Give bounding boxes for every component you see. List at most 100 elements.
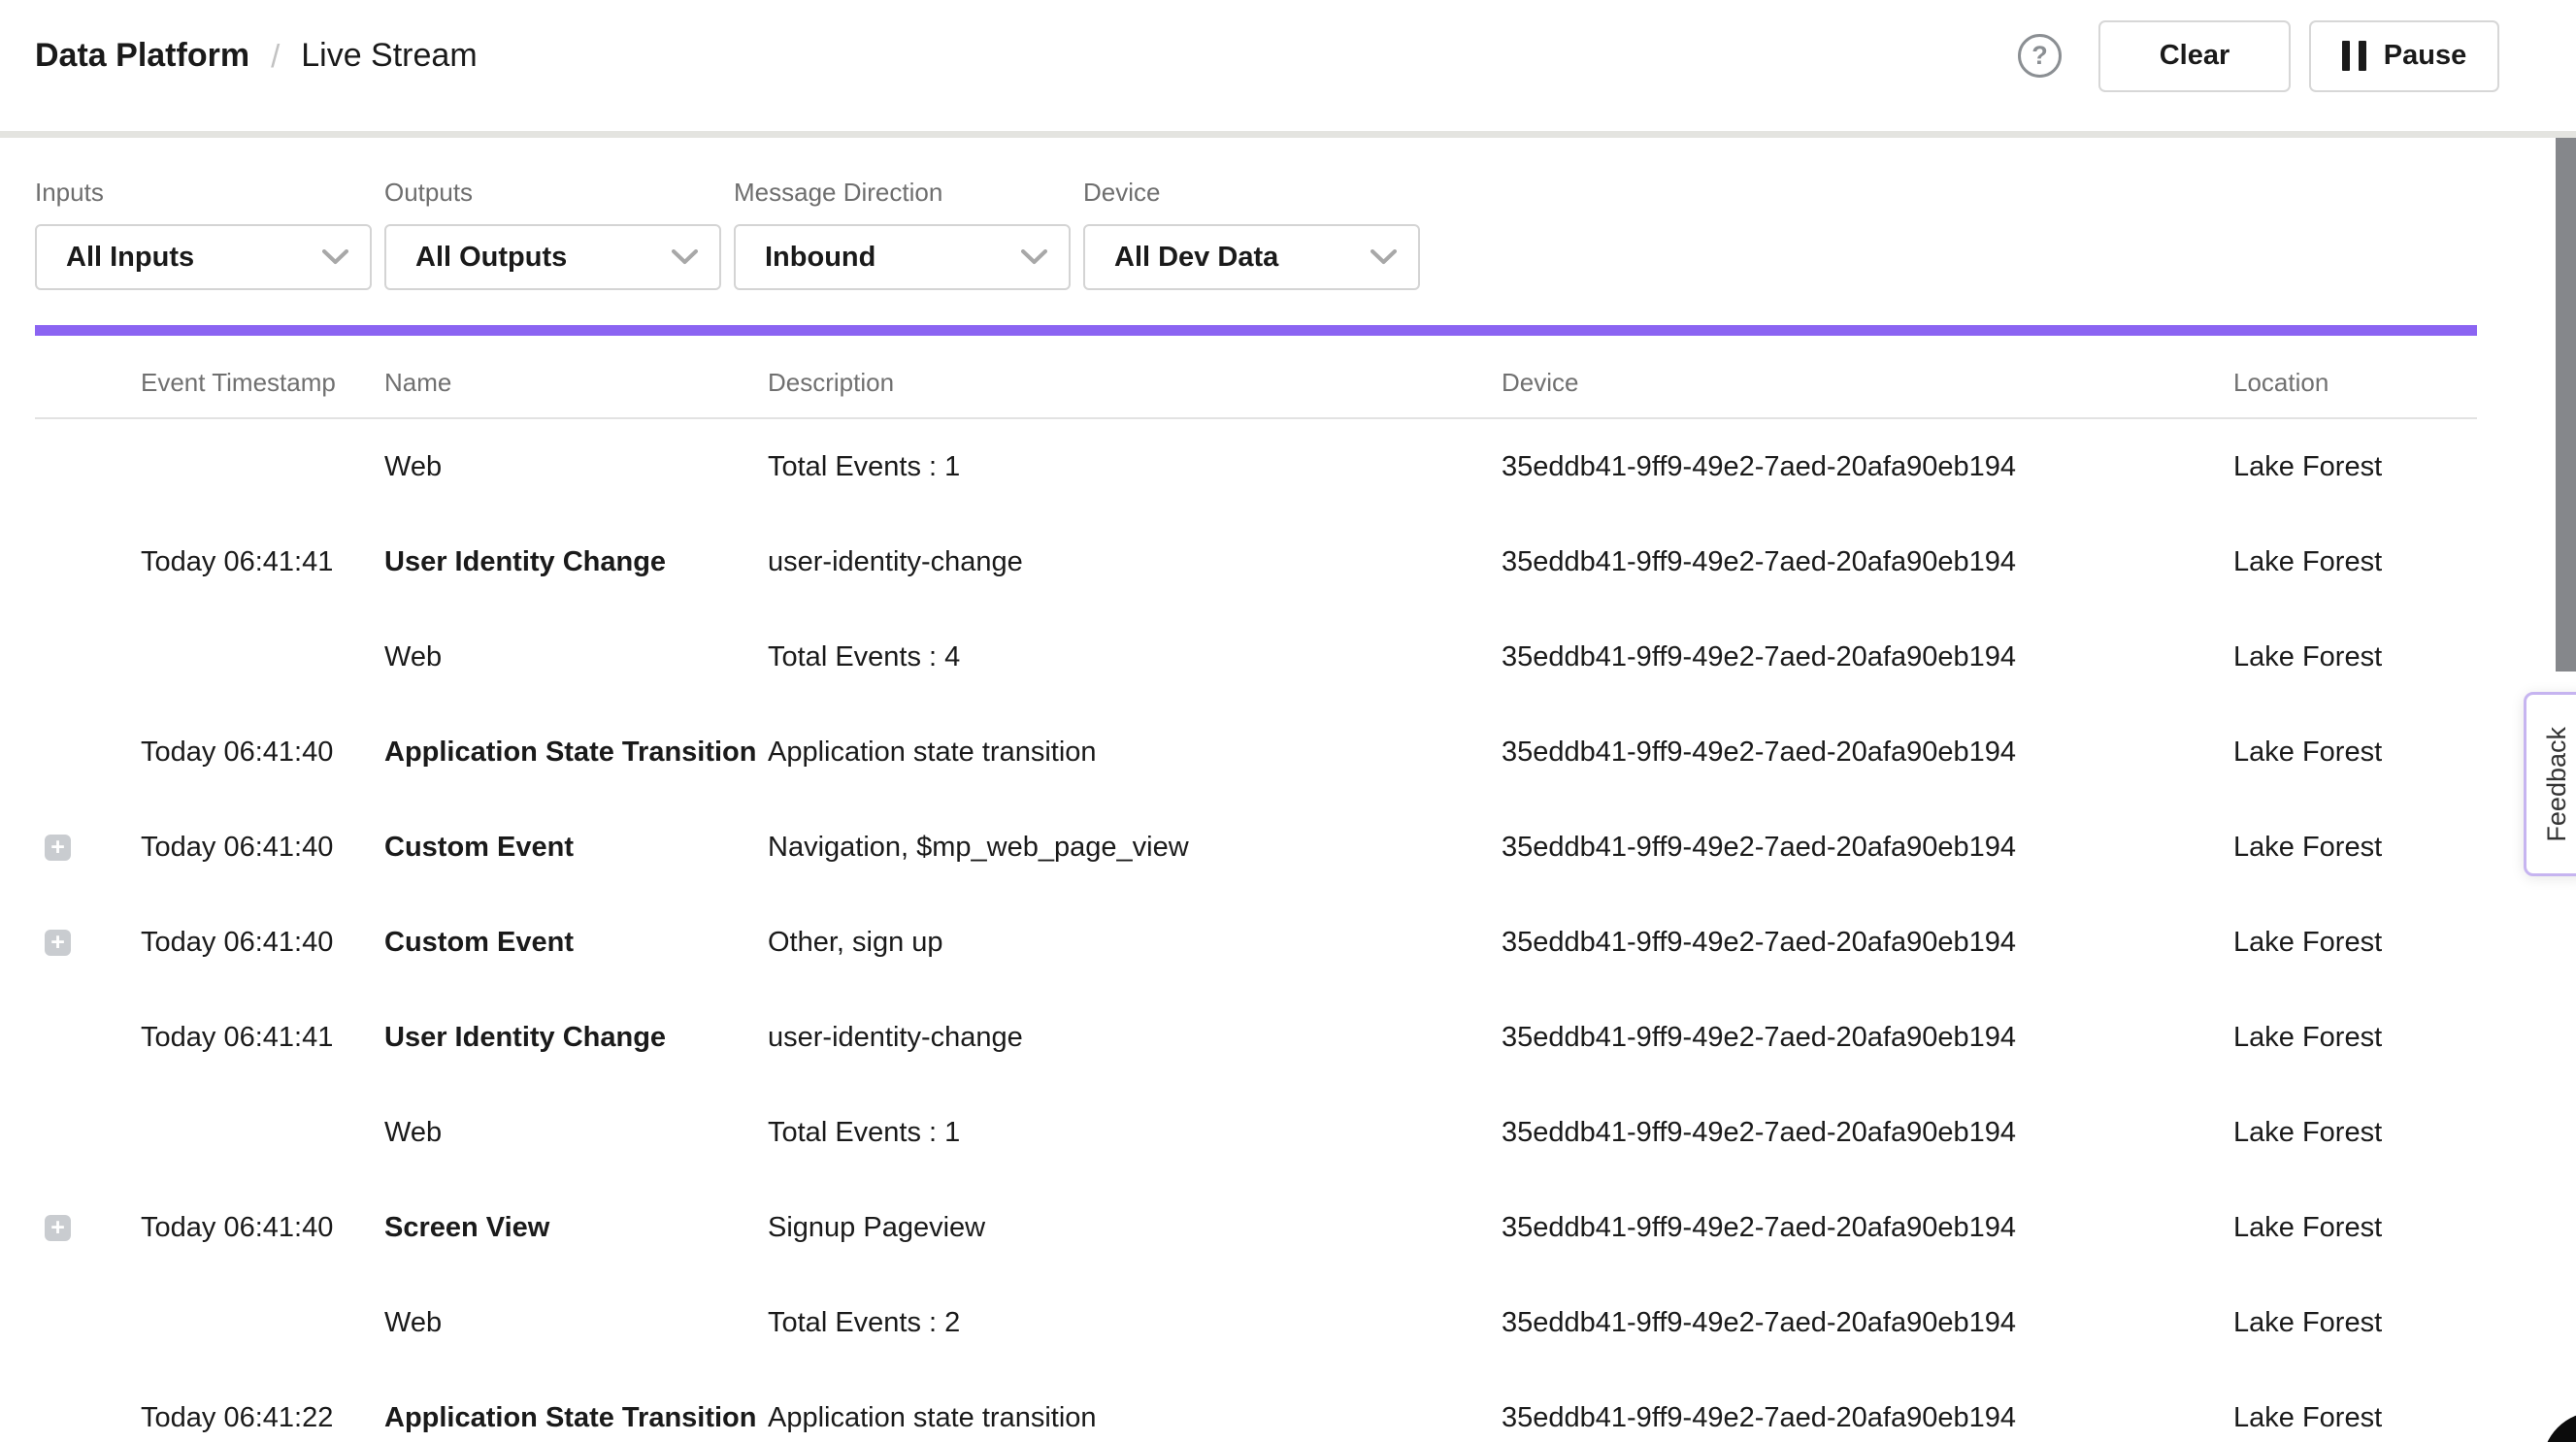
event-location: Lake Forest — [2233, 451, 2477, 483]
expand-row-button[interactable]: + — [45, 930, 71, 956]
event-name: Web — [384, 1307, 768, 1339]
event-device: 35eddb41-9ff9-49e2-7aed-20afa90eb194 — [1502, 737, 2233, 769]
event-device: 35eddb41-9ff9-49e2-7aed-20afa90eb194 — [1502, 1022, 2233, 1054]
event-name: Web — [384, 641, 768, 673]
event-timestamp: Today 06:41:41 — [141, 546, 384, 578]
event-location: Lake Forest — [2233, 641, 2477, 673]
event-location: Lake Forest — [2233, 737, 2477, 769]
column-header-name: Name — [384, 368, 768, 398]
filter-label: Outputs — [384, 178, 721, 208]
table-row: + Today 06:41:40 Custom Event Other, sig… — [35, 895, 2477, 990]
filter-label: Message Direction — [734, 178, 1071, 208]
pause-button[interactable]: Pause — [2309, 20, 2499, 92]
event-location: Lake Forest — [2233, 832, 2477, 864]
help-icon[interactable]: ? — [2018, 34, 2062, 78]
filter-select[interactable]: All Dev Data — [1083, 224, 1420, 290]
event-device: 35eddb41-9ff9-49e2-7aed-20afa90eb194 — [1502, 927, 2233, 959]
filter-label: Inputs — [35, 178, 372, 208]
event-location: Lake Forest — [2233, 1022, 2477, 1054]
event-description: Signup Pageview — [768, 1212, 1502, 1244]
event-description: Application state transition — [768, 737, 1502, 769]
table-row: + Today 06:41:40 Custom Event Navigation… — [35, 800, 2477, 895]
event-description: Total Events : 1 — [768, 451, 1502, 483]
header-actions: ? Clear Pause — [2018, 20, 2499, 92]
event-name: Web — [384, 451, 768, 483]
event-description: user-identity-change — [768, 1022, 1502, 1054]
live-stream-page: Data Platform / Live Stream ? Clear Paus… — [0, 0, 2576, 1442]
event-name: Web — [384, 1117, 768, 1149]
filter-label: Device — [1083, 178, 1420, 208]
event-device: 35eddb41-9ff9-49e2-7aed-20afa90eb194 — [1502, 451, 2233, 483]
breadcrumb-separator: / — [271, 38, 280, 75]
breadcrumb-data-platform[interactable]: Data Platform — [35, 37, 249, 75]
event-timestamp: Today 06:41:40 — [141, 737, 384, 769]
event-name: Custom Event — [384, 832, 768, 864]
breadcrumb-live-stream: Live Stream — [301, 37, 477, 75]
event-device: 35eddb41-9ff9-49e2-7aed-20afa90eb194 — [1502, 1117, 2233, 1149]
table-header-row: Event Timestamp Name Description Device … — [35, 336, 2477, 419]
event-description: Other, sign up — [768, 927, 1502, 959]
filter: Message Direction Inbound — [734, 178, 1071, 290]
pause-icon — [2342, 41, 2366, 71]
filter-selected-value: All Inputs — [66, 242, 194, 274]
chevron-down-icon — [672, 249, 698, 265]
table-row: + Today 06:41:41 User Identity Change us… — [35, 990, 2477, 1085]
expand-row-button[interactable]: + — [45, 1215, 71, 1241]
chat-launcher[interactable] — [2542, 1412, 2576, 1442]
event-device: 35eddb41-9ff9-49e2-7aed-20afa90eb194 — [1502, 1212, 2233, 1244]
event-description: user-identity-change — [768, 546, 1502, 578]
page-header: Data Platform / Live Stream ? Clear Paus… — [0, 0, 2576, 131]
column-header-description: Description — [768, 368, 1502, 398]
filter-selected-value: Inbound — [765, 242, 875, 274]
feedback-tab-label: Feedback — [2542, 727, 2572, 842]
feedback-tab[interactable]: Feedback — [2524, 692, 2576, 876]
table-body: + Web Total Events : 1 35eddb41-9ff9-49e… — [35, 419, 2477, 1442]
event-name: Application State Transition — [384, 737, 768, 769]
filter: Inputs All Inputs — [35, 178, 372, 290]
event-timestamp: Today 06:41:41 — [141, 1022, 384, 1054]
event-name: Application State Transition — [384, 1402, 768, 1434]
header-divider — [0, 131, 2576, 138]
table-row: + Today 06:41:41 User Identity Change us… — [35, 514, 2477, 609]
event-location: Lake Forest — [2233, 927, 2477, 959]
filter-select[interactable]: All Inputs — [35, 224, 372, 290]
events-table: Event Timestamp Name Description Device … — [35, 336, 2477, 1442]
event-timestamp: Today 06:41:22 — [141, 1402, 384, 1434]
event-location: Lake Forest — [2233, 1307, 2477, 1339]
event-device: 35eddb41-9ff9-49e2-7aed-20afa90eb194 — [1502, 832, 2233, 864]
event-timestamp: Today 06:41:40 — [141, 1212, 384, 1244]
table-row: + Today 06:41:40 Application State Trans… — [35, 705, 2477, 800]
event-description: Navigation, $mp_web_page_view — [768, 832, 1502, 864]
chevron-down-icon — [322, 249, 348, 265]
clear-button[interactable]: Clear — [2098, 20, 2291, 92]
table-row: + Web Total Events : 4 35eddb41-9ff9-49e… — [35, 609, 2477, 705]
event-location: Lake Forest — [2233, 546, 2477, 578]
event-device: 35eddb41-9ff9-49e2-7aed-20afa90eb194 — [1502, 1307, 2233, 1339]
event-location: Lake Forest — [2233, 1402, 2477, 1434]
column-header-event-timestamp: Event Timestamp — [141, 368, 384, 398]
chevron-down-icon — [1371, 249, 1397, 265]
filter-bar: Inputs All Inputs Outputs All Outputs Me… — [0, 178, 2576, 290]
filter-select[interactable]: Inbound — [734, 224, 1071, 290]
event-name: Custom Event — [384, 927, 768, 959]
event-device: 35eddb41-9ff9-49e2-7aed-20afa90eb194 — [1502, 641, 2233, 673]
event-description: Total Events : 4 — [768, 641, 1502, 673]
event-location: Lake Forest — [2233, 1212, 2477, 1244]
filter: Outputs All Outputs — [384, 178, 721, 290]
event-timestamp: Today 06:41:40 — [141, 832, 384, 864]
filter-select[interactable]: All Outputs — [384, 224, 721, 290]
column-header-location: Location — [2233, 368, 2477, 398]
breadcrumb: Data Platform / Live Stream — [35, 37, 478, 75]
expand-row-button[interactable]: + — [45, 835, 71, 861]
table-row: + Web Total Events : 1 35eddb41-9ff9-49e… — [35, 419, 2477, 514]
event-name: Screen View — [384, 1212, 768, 1244]
table-row: + Today 06:41:22 Application State Trans… — [35, 1370, 2477, 1442]
column-header-device: Device — [1502, 368, 2233, 398]
event-description: Total Events : 1 — [768, 1117, 1502, 1149]
event-description: Application state transition — [768, 1402, 1502, 1434]
filter-selected-value: All Dev Data — [1114, 242, 1278, 274]
chevron-down-icon — [1021, 249, 1047, 265]
event-device: 35eddb41-9ff9-49e2-7aed-20afa90eb194 — [1502, 546, 2233, 578]
event-device: 35eddb41-9ff9-49e2-7aed-20afa90eb194 — [1502, 1402, 2233, 1434]
scrollbar-thumb[interactable] — [2556, 138, 2576, 672]
